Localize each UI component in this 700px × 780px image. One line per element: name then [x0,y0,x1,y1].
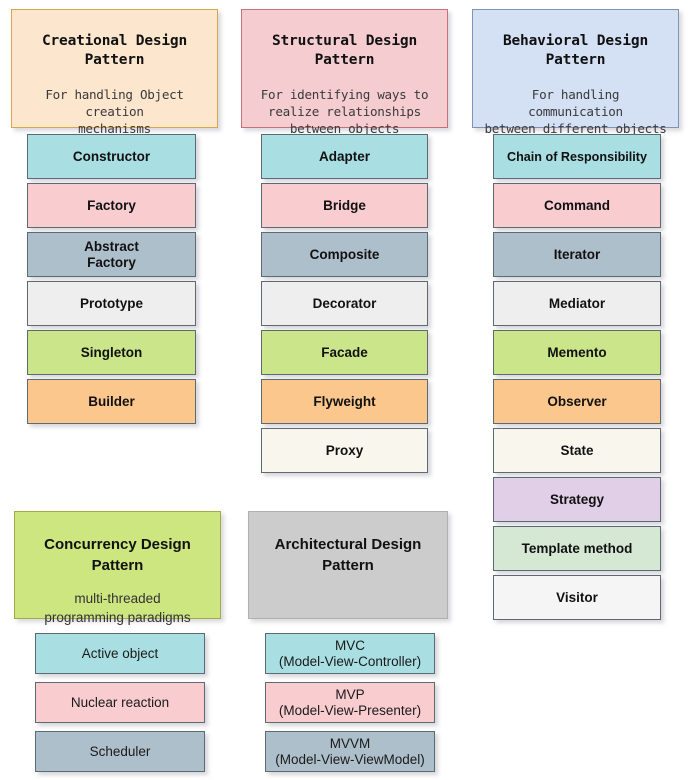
category-title-concurrency: Concurrency Design Pattern [44,536,191,574]
category-subtitle-structural: For identifying ways to realize relation… [260,87,429,136]
pattern-box-builder[interactable]: Builder [27,379,196,424]
pattern-box-proxy[interactable]: Proxy [261,428,428,473]
pattern-box-scheduler[interactable]: Scheduler [35,731,205,772]
pattern-box-singleton[interactable]: Singleton [27,330,196,375]
pattern-box-facade[interactable]: Facade [261,330,428,375]
pattern-box-command[interactable]: Command [493,183,661,228]
pattern-box-active-object[interactable]: Active object [35,633,205,674]
pattern-box-memento[interactable]: Memento [493,330,661,375]
category-subtitle-concurrency: multi-threaded programming paradigms [44,591,191,625]
pattern-box-abstract-factory[interactable]: Abstract Factory [27,232,196,277]
pattern-box-composite[interactable]: Composite [261,232,428,277]
category-title-behavioral: Behavioral Design Pattern [502,33,648,68]
category-title-architectural: Architectural Design Pattern [274,536,422,574]
category-card-concurrency: Concurrency Design Pattern multi-threaded… [14,511,221,625]
pattern-box-mvc-model-view-controller[interactable]: MVC (Model-View-Controller) [265,633,435,674]
category-card-creational: Creational Design Pattern For handling Ob… [11,9,218,136]
category-subtitle-creational: For handling Object creation mechanisms [45,87,184,136]
pattern-box-bridge[interactable]: Bridge [261,183,428,228]
pattern-box-state[interactable]: State [493,428,661,473]
pattern-box-adapter[interactable]: Adapter [261,134,428,179]
pattern-box-chain-of-responsibility[interactable]: Chain of Responsibility [493,134,661,179]
pattern-box-decorator[interactable]: Decorator [261,281,428,326]
pattern-box-factory[interactable]: Factory [27,183,196,228]
pattern-box-iterator[interactable]: Iterator [493,232,661,277]
pattern-box-visitor[interactable]: Visitor [493,575,661,620]
category-card-structural: Structural Design Pattern For identifying… [241,9,448,136]
pattern-box-template-method[interactable]: Template method [493,526,661,571]
pattern-box-mvvm-model-view-viewmodel[interactable]: MVVM (Model-View-ViewModel) [265,731,435,772]
pattern-box-prototype[interactable]: Prototype [27,281,196,326]
pattern-box-flyweight[interactable]: Flyweight [261,379,428,424]
pattern-box-constructor[interactable]: Constructor [27,134,196,179]
pattern-box-nuclear-reaction[interactable]: Nuclear reaction [35,682,205,723]
category-card-architectural: Architectural Design Pattern [248,511,448,619]
category-title-creational: Creational Design Pattern [41,33,187,68]
category-subtitle-behavioral: For handling communication between diffe… [484,87,667,136]
pattern-box-mediator[interactable]: Mediator [493,281,661,326]
pattern-box-strategy[interactable]: Strategy [493,477,661,522]
category-card-behavioral: Behavioral Design Pattern For handling co… [472,9,679,136]
design-patterns-diagram: Creational Design Pattern For handling Ob… [0,0,700,780]
pattern-box-observer[interactable]: Observer [493,379,661,424]
pattern-box-mvp-model-view-presenter[interactable]: MVP (Model-View-Presenter) [265,682,435,723]
category-title-structural: Structural Design Pattern [271,33,417,68]
